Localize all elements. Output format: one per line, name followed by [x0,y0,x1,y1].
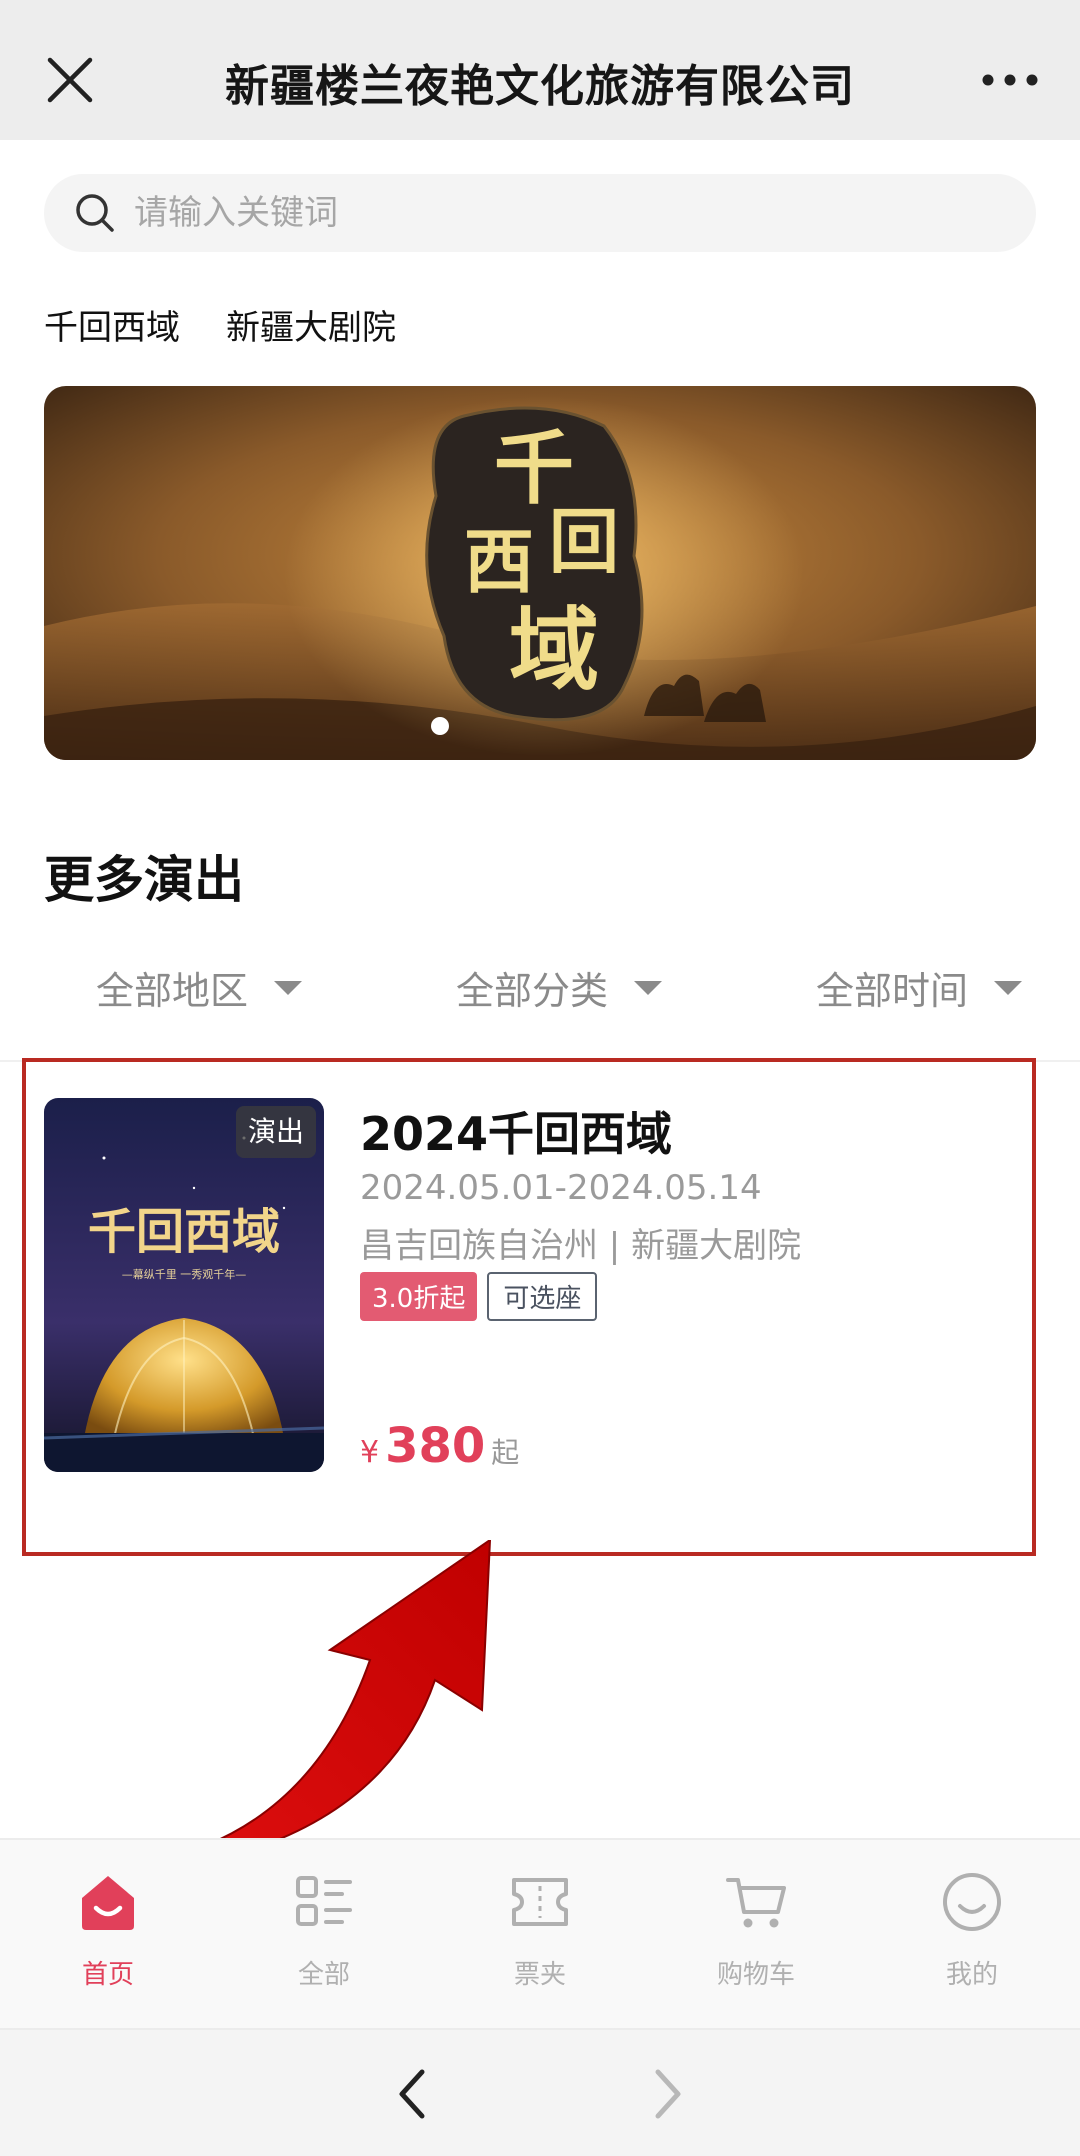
cart-icon [726,1878,786,1928]
price-suffix: 起 [491,1436,520,1469]
search-icon [76,194,114,232]
banner-image: 千 西 回 域 [44,386,1036,760]
dropdown-arrow-icon [634,980,663,995]
svg-text:—幕纵千里 一秀观千年—: —幕纵千里 一秀观千年— [122,1267,247,1281]
filter-category-label: 全部分类 [456,969,609,1013]
forward-icon[interactable] [648,2064,688,2124]
svg-text:西: 西 [464,520,534,603]
tab-all-label: 全部 [297,1960,350,1990]
show-price: ¥ 380 起 [360,1418,519,1474]
dropdown-arrow-icon [274,980,303,995]
close-icon[interactable] [44,54,96,106]
price-value: 380 [385,1418,486,1474]
discount-badge: 3.0折起 [360,1272,478,1321]
filter-category[interactable]: 全部分类 [456,960,663,1015]
quick-link-grand-theatre[interactable]: 新疆大剧院 [226,300,396,349]
tab-cart-label: 购物车 [716,1960,795,1990]
tab-cart[interactable]: 购物车 [676,1870,836,1991]
banner-carousel[interactable]: 千 西 回 域 [44,386,1036,760]
svg-text:回: 回 [549,500,619,583]
tab-home-label: 首页 [81,1960,134,1990]
svg-text:域: 域 [509,597,599,703]
filter-time-label: 全部时间 [816,969,969,1013]
red-arrow-annotation [148,1540,492,1870]
ticket-icon [512,1878,568,1926]
tab-mine-label: 我的 [945,1960,998,1990]
filter-region[interactable]: 全部地区 [96,960,303,1015]
section-title: 更多演出 [44,851,244,909]
grid-list-icon [296,1876,352,1926]
title-bar: 新疆楼兰夜艳文化旅游有限公司 [0,0,1080,140]
browser-nav-bar [0,2028,1080,2156]
carousel-dot-active[interactable] [431,717,449,735]
show-title[interactable]: 2024千回西域 [360,1098,672,1164]
tab-mine[interactable]: 我的 [892,1870,1052,1991]
search-input[interactable] [134,184,994,242]
show-tags: 3.0折起 可选座 [360,1272,598,1321]
smile-icon [943,1873,1001,1931]
tab-home[interactable]: 首页 [28,1870,188,1991]
search-bar[interactable] [44,174,1036,252]
price-currency: ¥ [360,1435,380,1470]
page-title: 新疆楼兰夜艳文化旅游有限公司 [225,61,855,112]
filter-bar: 全部地区 全部分类 全部时间 [0,960,1080,1030]
quick-link-qianhuixiyu[interactable]: 千回西域 [44,300,180,349]
bottom-tab-bar: 首页 全部 票夹 购物车 我的 [0,1838,1080,2028]
show-venue: 昌吉回族自治州 | 新疆大剧院 [360,1226,802,1266]
svg-text:千回西域: 千回西域 [88,1204,280,1260]
back-icon[interactable] [392,2064,432,2124]
filter-time[interactable]: 全部时间 [816,960,1023,1015]
home-icon [82,1876,134,1930]
quick-links: 千回西域 新疆大剧院 [44,300,396,349]
poster-category-badge: 演出 [236,1106,316,1158]
dropdown-arrow-icon [994,980,1023,995]
tab-tickets-label: 票夹 [513,1960,566,1990]
more-icon[interactable] [980,70,1040,90]
tab-tickets[interactable]: 票夹 [460,1870,620,1991]
tab-all[interactable]: 全部 [244,1870,404,1991]
seat-selectable-badge: 可选座 [487,1272,598,1321]
show-date: 2024.05.01-2024.05.14 [360,1168,762,1208]
filter-region-label: 全部地区 [96,969,249,1013]
